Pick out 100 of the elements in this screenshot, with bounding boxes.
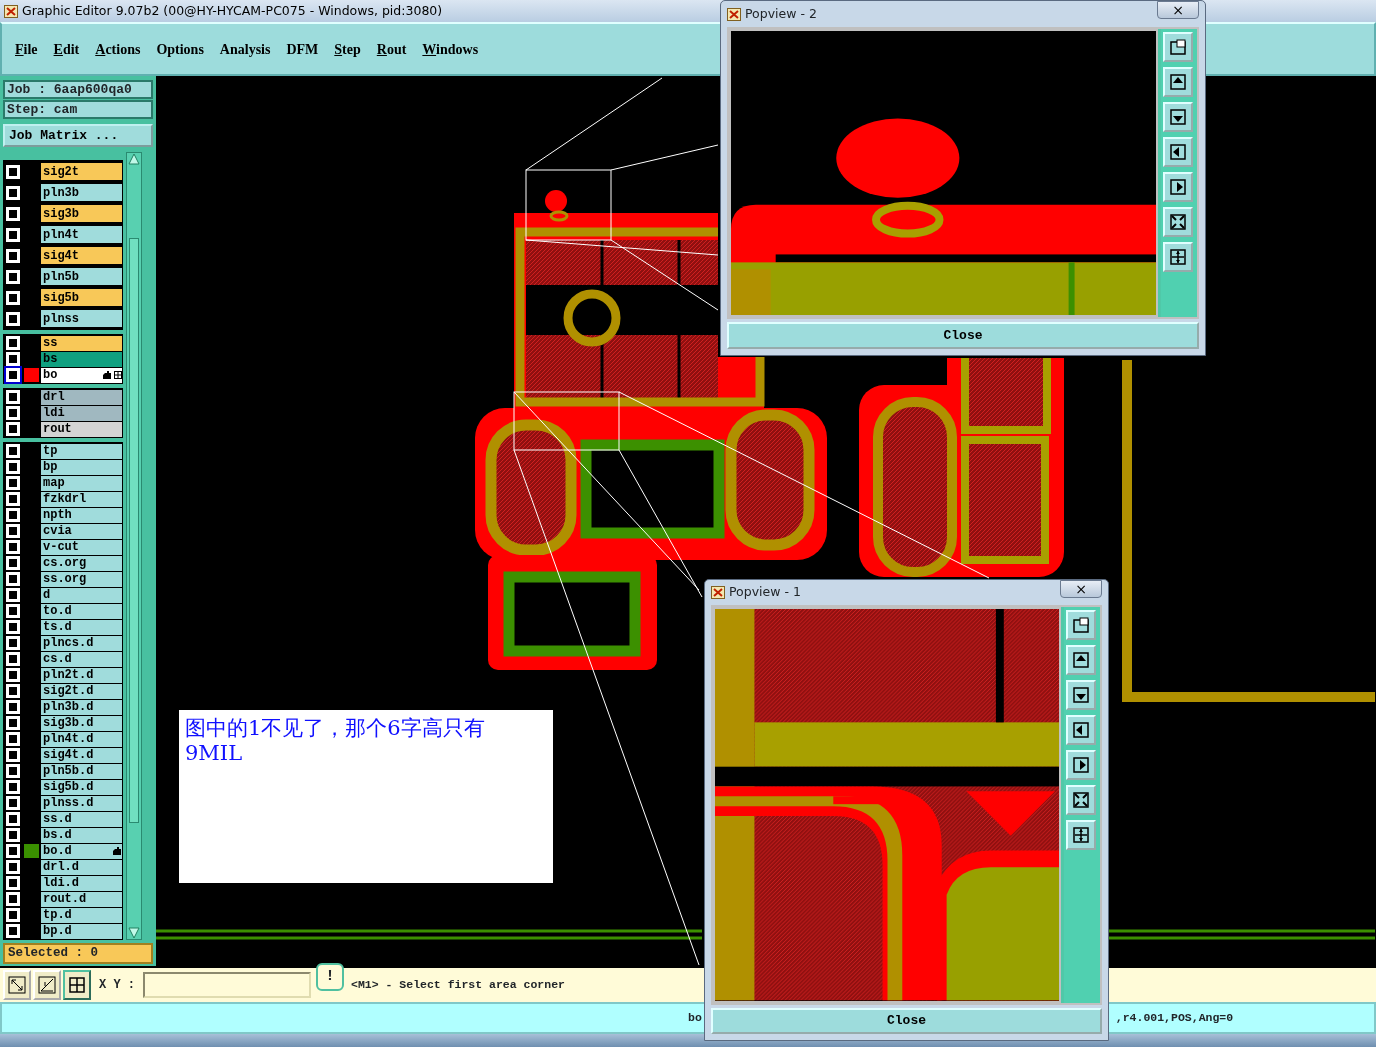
layer-item[interactable]: bs.d: [41, 827, 122, 843]
layer-checkbox[interactable]: [6, 164, 20, 179]
layer-item[interactable]: rout.d: [41, 891, 122, 907]
layer-item[interactable]: sig4t: [41, 247, 122, 264]
menu-item[interactable]: Rout: [376, 38, 407, 60]
layer-item[interactable]: ldi: [41, 405, 122, 421]
layer-checkbox[interactable]: [6, 780, 20, 794]
layer-checkbox[interactable]: [6, 652, 20, 666]
layer-checkbox[interactable]: [6, 556, 20, 570]
layer-item[interactable]: sig5b: [41, 289, 122, 306]
layer-checkbox[interactable]: [6, 764, 20, 778]
layer-item[interactable]: plnss: [41, 310, 122, 327]
layer-item[interactable]: pln2t.d: [41, 667, 122, 683]
layer-checkbox[interactable]: [6, 684, 20, 698]
layer-item[interactable]: pln5b.d: [41, 763, 122, 779]
layer-item[interactable]: d: [41, 587, 122, 603]
layer-item[interactable]: drl: [41, 389, 122, 405]
layer-checkbox[interactable]: [6, 700, 20, 714]
layer-checkbox[interactable]: [6, 636, 20, 650]
layer-item[interactable]: plnss.d: [41, 795, 122, 811]
menu-item[interactable]: DFM: [286, 38, 319, 60]
layer-item[interactable]: bp: [41, 459, 122, 475]
layer-item[interactable]: bs: [41, 351, 122, 367]
alert-button[interactable]: !: [316, 963, 344, 991]
layer-item[interactable]: sig4t.d: [41, 747, 122, 763]
layer-item[interactable]: map: [41, 475, 122, 491]
view-tool-button[interactable]: [1066, 785, 1096, 816]
layer-item[interactable]: bp.d: [41, 923, 122, 939]
menu-item[interactable]: Actions: [95, 38, 141, 60]
layer-item[interactable]: pln5b: [41, 268, 122, 285]
layer-checkbox[interactable]: [6, 508, 20, 522]
layer-checkbox[interactable]: [6, 540, 20, 554]
menu-item[interactable]: Edit: [53, 38, 80, 60]
close-button[interactable]: Close: [727, 322, 1199, 349]
layer-item[interactable]: bo.d: [41, 843, 122, 859]
close-button[interactable]: ×: [1157, 1, 1199, 19]
layer-item[interactable]: fzkdrl: [41, 491, 122, 507]
layer-item[interactable]: tp.d: [41, 907, 122, 923]
layer-checkbox[interactable]: [6, 732, 20, 746]
scrollbar[interactable]: [126, 152, 142, 940]
layer-checkbox[interactable]: [6, 812, 20, 826]
layer-item[interactable]: ss.d: [41, 811, 122, 827]
view-tool-button[interactable]: [1066, 750, 1096, 781]
view-tool-button[interactable]: [1163, 67, 1193, 97]
layer-checkbox[interactable]: [6, 185, 20, 200]
layer-item[interactable]: tp: [41, 443, 122, 459]
layer-item[interactable]: plncs.d: [41, 635, 122, 651]
layer-checkbox[interactable]: [6, 748, 20, 762]
layer-item[interactable]: sig5b.d: [41, 779, 122, 795]
layer-item[interactable]: cs.org: [41, 555, 122, 571]
view-tool-button[interactable]: [1066, 820, 1096, 851]
layer-checkbox[interactable]: [6, 406, 20, 420]
layer-checkbox[interactable]: [6, 908, 20, 922]
layer-item[interactable]: pln3b: [41, 184, 122, 201]
layer-checkbox[interactable]: [6, 588, 20, 602]
layer-item[interactable]: sig2t: [41, 163, 122, 180]
layer-checkbox[interactable]: [6, 368, 20, 382]
layer-item[interactable]: rout: [41, 421, 122, 437]
layer-item[interactable]: cvia: [41, 523, 122, 539]
layer-item[interactable]: pln4t: [41, 226, 122, 243]
view-tool-button[interactable]: [1066, 715, 1096, 746]
view-tool-button[interactable]: [1163, 242, 1193, 272]
layer-item[interactable]: sig3b: [41, 205, 122, 222]
menu-item[interactable]: File: [15, 38, 38, 60]
layer-checkbox[interactable]: [6, 390, 20, 404]
view-tool-button[interactable]: [1163, 102, 1193, 132]
view-tool-button[interactable]: [1163, 32, 1193, 62]
layer-checkbox[interactable]: [6, 352, 20, 366]
layer-checkbox[interactable]: [6, 290, 20, 305]
layer-item[interactable]: to.d: [41, 603, 122, 619]
menu-item[interactable]: Windows: [422, 38, 479, 60]
layer-checkbox[interactable]: [6, 206, 20, 221]
layer-checkbox[interactable]: [6, 269, 20, 284]
layer-checkbox[interactable]: [6, 620, 20, 634]
layer-checkbox[interactable]: [6, 492, 20, 506]
layer-checkbox[interactable]: [6, 572, 20, 586]
layer-checkbox[interactable]: [6, 311, 20, 326]
close-button[interactable]: Close: [711, 1007, 1102, 1034]
menu-item[interactable]: Step: [334, 38, 361, 60]
layer-checkbox[interactable]: [6, 844, 20, 858]
layer-item[interactable]: pln3b.d: [41, 699, 122, 715]
view-tool-button[interactable]: [1066, 645, 1096, 676]
view-tool-button[interactable]: [1163, 137, 1193, 167]
layer-item[interactable]: drl.d: [41, 859, 122, 875]
layer-checkbox[interactable]: [6, 460, 20, 474]
layer-item[interactable]: npth: [41, 507, 122, 523]
layer-item[interactable]: bo: [41, 367, 122, 383]
layer-checkbox[interactable]: [6, 604, 20, 618]
job-matrix-button[interactable]: Job Matrix ...: [3, 124, 153, 147]
layer-checkbox[interactable]: [6, 716, 20, 730]
layer-checkbox[interactable]: [6, 336, 20, 350]
layer-checkbox[interactable]: [6, 796, 20, 810]
layer-checkbox[interactable]: [6, 860, 20, 874]
view-tool-button[interactable]: [1066, 610, 1096, 641]
layer-checkbox[interactable]: [6, 422, 20, 436]
layer-item[interactable]: ss: [41, 335, 122, 351]
menu-item[interactable]: Analysis: [219, 38, 271, 60]
layer-checkbox[interactable]: [6, 227, 20, 242]
layer-item[interactable]: cs.d: [41, 651, 122, 667]
layer-checkbox[interactable]: [6, 668, 20, 682]
